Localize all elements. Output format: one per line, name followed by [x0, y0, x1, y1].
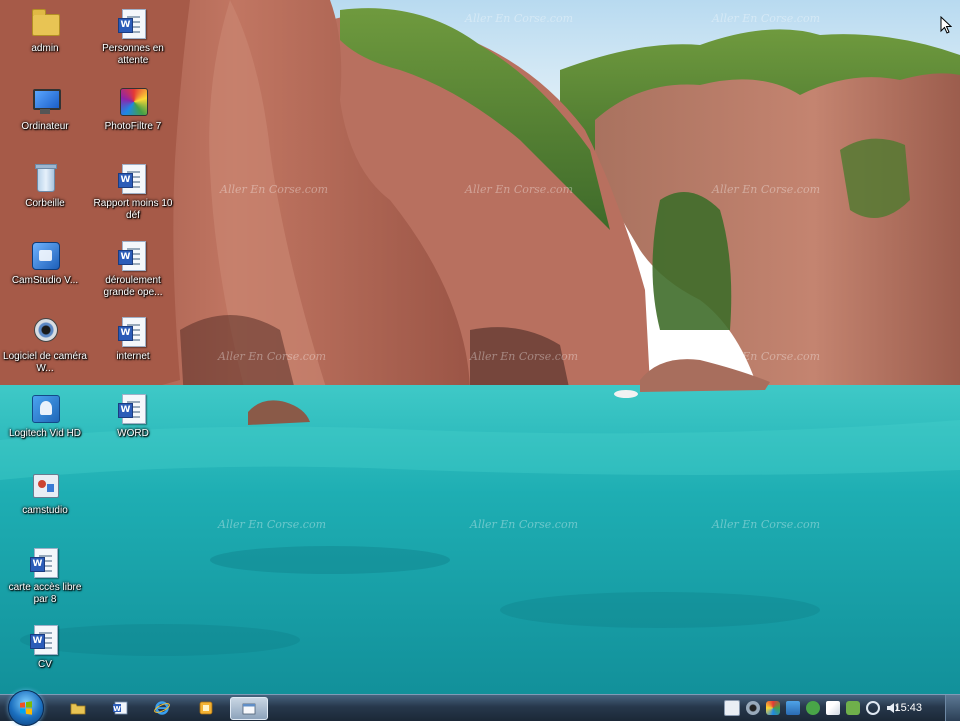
- desktop-icon-label: camstudio: [22, 505, 68, 516]
- user-folder-icon: [30, 8, 60, 40]
- word-document-icon: W: [118, 393, 148, 425]
- desktop-icon-label: CV: [38, 659, 52, 670]
- taskbar-clock[interactable]: 15:43: [894, 695, 922, 721]
- desktop-icon-rapport[interactable]: W Rapport moins 10 déf: [90, 163, 176, 222]
- watermark: Aller En Corse.com: [712, 350, 821, 363]
- taskbar-word-button[interactable]: W: [102, 697, 138, 718]
- desktop-icon-label: Logiciel de caméra W...: [3, 351, 87, 374]
- app-icon: [199, 701, 213, 714]
- watermark: Aller En Corse.com: [470, 518, 579, 531]
- desktop-icon-camstudio-v[interactable]: CamStudio V...: [2, 240, 88, 287]
- desktop-icon-cv[interactable]: W CV: [2, 624, 88, 671]
- desktop-icon-label: Personnes en attente: [102, 43, 164, 66]
- taskbar-app-button[interactable]: [188, 697, 224, 718]
- tray-colored-app-icon[interactable]: [766, 701, 780, 715]
- ie-icon: [154, 700, 170, 715]
- desktop-icon-label: Logitech Vid HD: [8, 428, 82, 439]
- desktop-icon-ordinateur[interactable]: Ordinateur: [2, 86, 88, 133]
- desktop-icon-admin[interactable]: admin: [2, 8, 88, 55]
- word-document-icon: W: [118, 316, 148, 348]
- desktop-icon-carte-acces-libre[interactable]: W carte accès libre par 8: [2, 547, 88, 606]
- watermark: Aller En Corse.com: [220, 183, 329, 196]
- desktop-icon-label: Ordinateur: [21, 121, 69, 132]
- mouse-cursor-icon: [940, 16, 952, 34]
- start-button[interactable]: [8, 690, 44, 726]
- tray-flag-icon[interactable]: [826, 701, 840, 715]
- desktop-icon-camstudio[interactable]: camstudio: [2, 470, 88, 517]
- desktop-icon-label: Corbeille: [25, 198, 65, 209]
- tray-refresh-icon[interactable]: [866, 701, 880, 715]
- desktop-icon-photofiltre[interactable]: PhotoFiltre 7: [90, 86, 176, 133]
- taskbar: W 15:43: [0, 690, 960, 726]
- tray-document-icon[interactable]: [724, 700, 740, 716]
- word-document-icon: W: [30, 624, 60, 656]
- word-document-icon: W: [30, 547, 60, 579]
- watermark: Aller En Corse.com: [465, 183, 574, 196]
- desktop-icon-word[interactable]: W WORD: [90, 393, 176, 440]
- desktop-icon-label: carte accès libre par 8: [8, 582, 82, 605]
- watermark: Aller En Corse.com: [465, 12, 574, 25]
- camstudio-icon: [30, 240, 60, 272]
- photofiltre-icon: [118, 86, 148, 118]
- tray-webcam-icon[interactable]: [746, 701, 760, 715]
- watermark: Aller En Corse.com: [218, 350, 327, 363]
- desktop-icon-label: déroulement grande ope...: [103, 275, 163, 298]
- desktop-icon-label: WORD: [117, 428, 149, 439]
- taskbar-internet-explorer-button[interactable]: [144, 697, 180, 718]
- desktop-icon-deroulement[interactable]: W déroulement grande ope...: [90, 240, 176, 299]
- desktop-icon-logitech-vid[interactable]: Logitech Vid HD: [2, 393, 88, 440]
- desktop-icon-logiciel-camera[interactable]: Logiciel de caméra W...: [2, 316, 88, 375]
- word-icon: W: [113, 701, 128, 714]
- taskbar-explorer-button[interactable]: [60, 697, 96, 718]
- desktop-icon-label: Rapport moins 10 déf: [93, 198, 173, 221]
- folder-icon: [70, 703, 86, 714]
- recycle-bin-icon: [30, 163, 60, 195]
- system-tray: [724, 699, 900, 717]
- word-document-icon: W: [118, 240, 148, 272]
- svg-text:W: W: [113, 705, 121, 713]
- desktop-icon-internet[interactable]: W internet: [90, 316, 176, 363]
- window-icon: [242, 703, 256, 714]
- word-document-icon: W: [118, 8, 148, 40]
- tray-green-app-icon[interactable]: [806, 701, 820, 715]
- watermark: Aller En Corse.com: [712, 183, 821, 196]
- watermark: Aller En Corse.com: [712, 518, 821, 531]
- word-document-icon: W: [118, 163, 148, 195]
- taskbar-camstudio-window-button[interactable]: [230, 697, 268, 720]
- watermark: Aller En Corse.com: [470, 350, 579, 363]
- desktop-icon-label: CamStudio V...: [11, 275, 79, 286]
- desktop-icon-personnes-en-attente[interactable]: W Personnes en attente: [90, 8, 176, 67]
- computer-icon: [30, 86, 61, 118]
- tray-network-icon[interactable]: [786, 701, 800, 715]
- desktop-icon-corbeille[interactable]: Corbeille: [2, 163, 88, 210]
- windows-logo-icon: [20, 701, 32, 715]
- desktop-icon-label: PhotoFiltre 7: [104, 121, 162, 132]
- tray-monitor-icon[interactable]: [846, 701, 860, 715]
- webcam-software-icon: [30, 316, 60, 348]
- camstudio-shortcut-icon: [30, 470, 60, 502]
- watermark: Aller En Corse.com: [712, 12, 821, 25]
- logitech-vid-icon: [30, 393, 60, 425]
- desktop-icon-label: admin: [31, 43, 59, 54]
- watermark: Aller En Corse.com: [218, 518, 327, 531]
- show-desktop-button[interactable]: [945, 695, 960, 721]
- desktop-icon-label: internet: [116, 351, 150, 362]
